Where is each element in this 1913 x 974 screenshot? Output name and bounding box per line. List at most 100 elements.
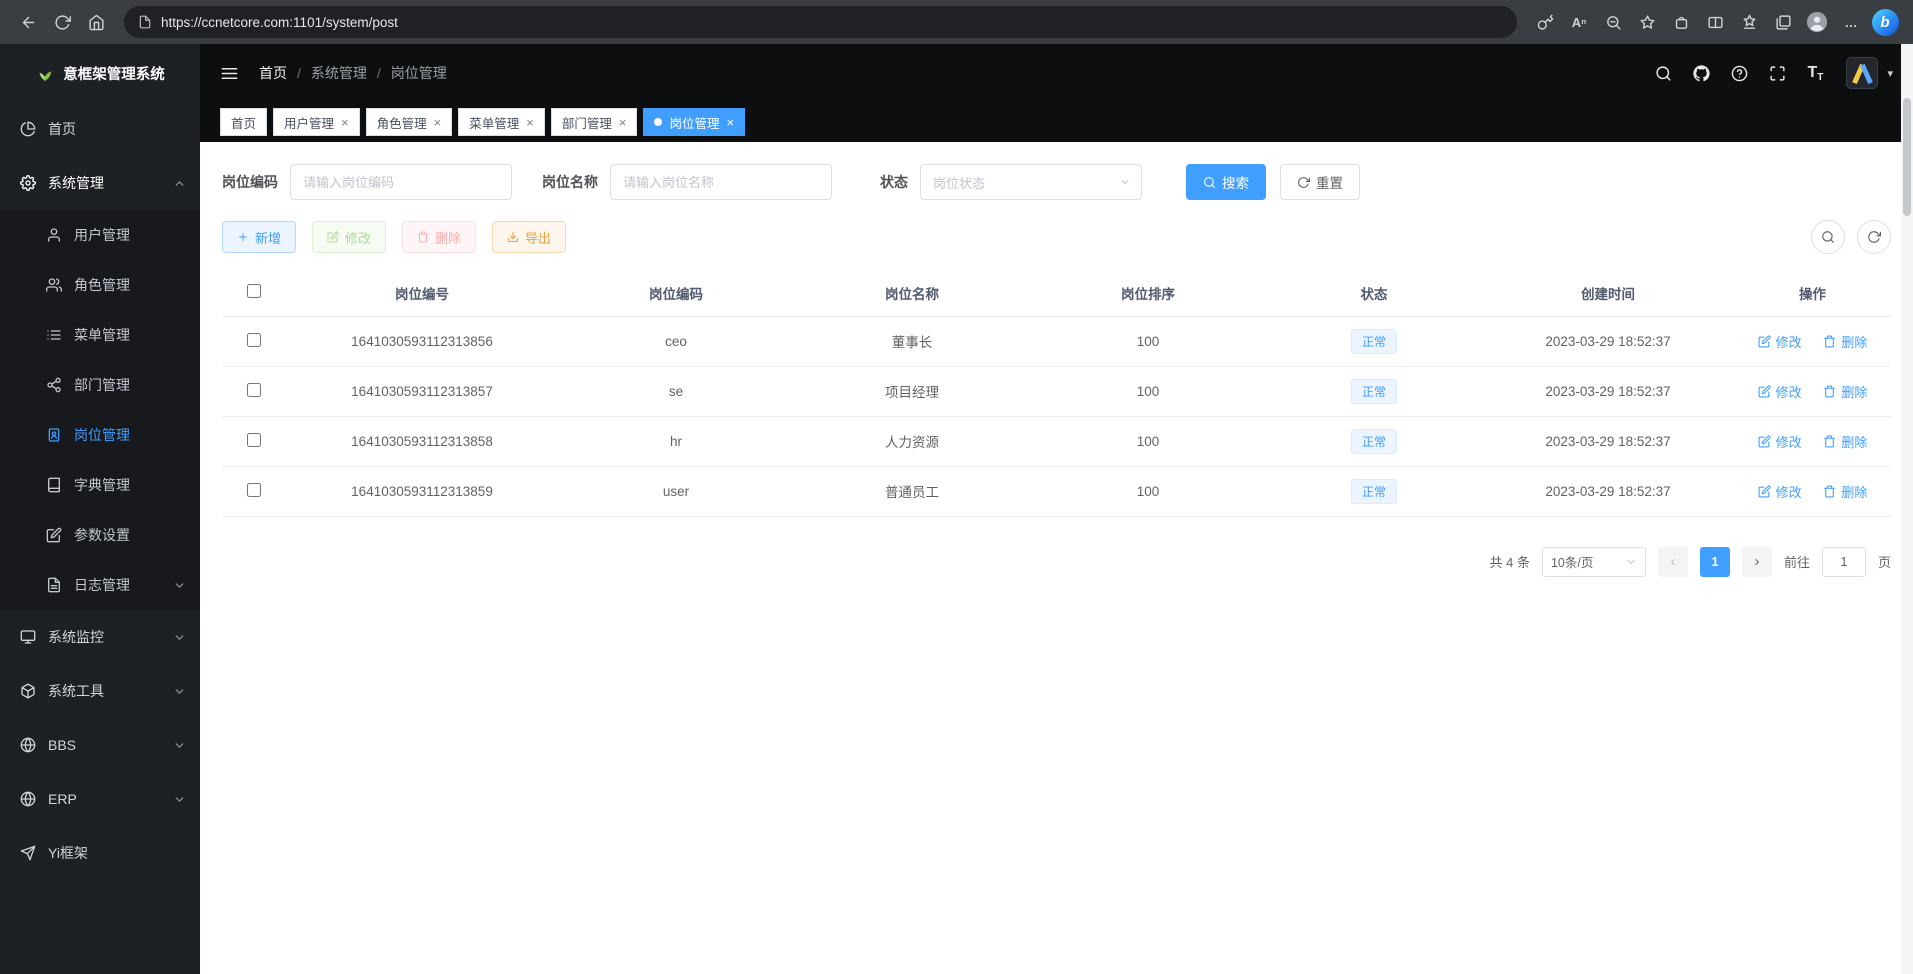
tab-close-icon[interactable]: × [341,116,349,129]
sidebar-item-home[interactable]: 首页 [0,102,200,156]
pencil-icon [327,231,339,243]
key-icon [1537,14,1554,31]
font-size-button[interactable]: T T [1798,56,1832,90]
row-edit-link[interactable]: 修改 [1758,332,1802,351]
star-plus-icon [1639,14,1656,31]
tab-close-icon[interactable]: × [434,116,442,129]
read-aloud-icon: Aⁿ [1572,15,1587,30]
browser-back-button[interactable] [12,6,44,38]
row-checkbox[interactable] [247,333,261,347]
cell-post-name: 普通员工 [794,466,1030,516]
sidebar-item-dept-mgmt[interactable]: 部门管理 [0,360,200,410]
column-header: 岗位排序 [1030,270,1266,316]
tab-close-icon[interactable]: × [526,116,534,129]
goto-page-input[interactable] [1822,547,1866,577]
status-select[interactable]: 岗位状态 [920,164,1142,200]
sidebar-item-log-mgmt[interactable]: 日志管理 [0,560,200,610]
breadcrumb-item-home[interactable]: 首页 [259,63,287,83]
sidebar-item-yi-framework[interactable]: Yi框架 [0,826,200,880]
page-1-button[interactable]: 1 [1700,547,1730,577]
row-checkbox[interactable] [247,433,261,447]
sidebar-item-monitor[interactable]: 系统监控 [0,610,200,664]
status-badge: 正常 [1351,429,1397,454]
tab-close-icon[interactable]: × [726,116,734,129]
next-page-button[interactable]: › [1742,547,1772,577]
row-delete-link[interactable]: 删除 [1823,332,1867,351]
copilot-button[interactable]: b [1869,6,1901,38]
password-key-button[interactable] [1529,6,1561,38]
sidebar-item-post-mgmt[interactable]: 岗位管理 [0,410,200,460]
reset-button[interactable]: 重置 [1280,164,1360,200]
row-delete-link[interactable]: 删除 [1823,382,1867,401]
row-delete-link[interactable]: 删除 [1823,432,1867,451]
page-size-select[interactable]: 10条/页 [1542,547,1646,577]
tab-post-mgmt[interactable]: 岗位管理 × [643,108,745,136]
export-button[interactable]: 导出 [492,221,566,253]
cell-post-id: 1641030593112313859 [286,466,558,516]
favorites-bar-button[interactable] [1733,6,1765,38]
delete-button[interactable]: 删除 [402,221,476,253]
row-edit-link[interactable]: 修改 [1758,382,1802,401]
sidebar-item-role-mgmt[interactable]: 角色管理 [0,260,200,310]
zoom-button[interactable] [1597,6,1629,38]
breadcrumb-item-system[interactable]: 系统管理 [311,63,367,83]
browser-menu-button[interactable]: … [1835,6,1867,38]
fullscreen-button[interactable] [1760,56,1794,90]
row-edit-link[interactable]: 修改 [1758,432,1802,451]
refresh-table-button[interactable] [1857,220,1891,254]
row-checkbox[interactable] [247,483,261,497]
sidebar-item-erp[interactable]: ERP [0,772,200,826]
header-search-button[interactable] [1646,56,1680,90]
select-all-checkbox[interactable] [247,284,261,298]
search-button[interactable]: 搜索 [1186,164,1266,200]
chevron-down-icon [173,685,186,698]
content: 岗位编码 岗位名称 状态 岗位状态 [200,142,1913,974]
scrollbar-thumb[interactable] [1903,98,1911,216]
page-info-icon[interactable] [138,15,152,29]
sidebar-item-menu-mgmt[interactable]: 菜单管理 [0,310,200,360]
tab-role-mgmt[interactable]: 角色管理 × [366,108,453,136]
row-checkbox[interactable] [247,383,261,397]
collections-button[interactable] [1767,6,1799,38]
sidebar-item-tools[interactable]: 系统工具 [0,664,200,718]
prev-page-button[interactable]: ‹ [1658,547,1688,577]
sidebar-item-user-mgmt[interactable]: 用户管理 [0,210,200,260]
add-favorite-button[interactable] [1631,6,1663,38]
post-code-input[interactable] [290,164,512,200]
browser-profile-button[interactable] [1801,6,1833,38]
extensions-button[interactable] [1665,6,1697,38]
address-bar[interactable]: https://ccnetcore.com:1101/system/post [124,6,1517,38]
help-button[interactable] [1722,56,1756,90]
tab-user-mgmt[interactable]: 用户管理 × [273,108,360,136]
sidebar-item-bbs[interactable]: BBS [0,718,200,772]
toggle-search-button[interactable] [1811,220,1845,254]
edit-button[interactable]: 修改 [312,221,386,253]
post-name-input[interactable] [610,164,832,200]
add-button-label: 新增 [255,228,281,247]
browser-refresh-button[interactable] [46,6,78,38]
column-header: 岗位编码 [558,270,794,316]
tab-close-icon[interactable]: × [619,116,627,129]
row-edit-link[interactable]: 修改 [1758,482,1802,501]
tab-dept-mgmt[interactable]: 部门管理 × [551,108,638,136]
browser-home-button[interactable] [80,6,112,38]
sidebar-item-param-settings[interactable]: 参数设置 [0,510,200,560]
search-icon [1821,230,1835,244]
user-avatar[interactable] [1846,57,1878,89]
split-screen-button[interactable] [1699,6,1731,38]
tab-home[interactable]: 首页 [220,108,267,136]
sidebar-item-label: 系统管理 [48,173,104,193]
sidebar-item-system[interactable]: 系统管理 [0,156,200,210]
sidebar-toggle-button[interactable] [220,64,239,83]
sidebar-item-dict-mgmt[interactable]: 字典管理 [0,460,200,510]
github-button[interactable] [1684,56,1718,90]
row-delete-link[interactable]: 删除 [1823,482,1867,501]
tab-menu-mgmt[interactable]: 菜单管理 × [458,108,545,136]
avatar-caret-icon[interactable]: ▾ [1887,67,1893,80]
page-scrollbar[interactable] [1901,44,1913,974]
add-button[interactable]: 新增 [222,221,296,253]
home-icon [88,14,105,31]
breadcrumb-separator: / [297,65,301,81]
logo-leaf-icon [35,63,55,83]
read-aloud-button[interactable]: Aⁿ [1563,6,1595,38]
